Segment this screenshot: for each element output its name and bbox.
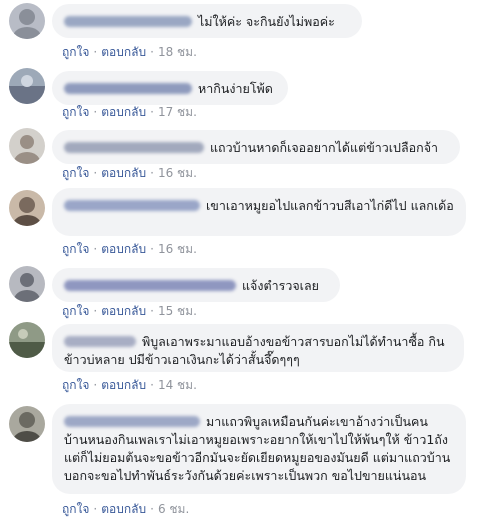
comment-text: ไม่ให้ค่ะ จะกินยังไม่พอค่ะ [198,14,335,29]
separator: · [93,242,98,256]
separator: · [93,502,98,516]
separator: · [93,166,98,180]
comment-text: แถวบ้านหาดก็เจออยากได้แต่ข้าวเปลือกจ้า [210,140,439,155]
comment-actions: ถูกใจ · ตอบกลับ · 17 ชม. [62,103,197,122]
comment-actions: ถูกใจ · ตอบกลับ · 14 ชม. [62,376,197,395]
author-name[interactable] [64,83,192,94]
author-name[interactable] [64,280,236,291]
avatar[interactable] [9,128,45,164]
like-link[interactable]: ถูกใจ [62,502,89,516]
timestamp[interactable]: 6 ชม. [158,502,189,516]
comment-text: หากินง่ายโพ้ด [198,81,273,96]
like-link[interactable]: ถูกใจ [62,378,89,392]
timestamp[interactable]: 16 ชม. [158,242,197,256]
author-name[interactable] [64,142,204,153]
like-link[interactable]: ถูกใจ [62,166,89,180]
reply-link[interactable]: ตอบกลับ [101,242,146,256]
avatar[interactable] [9,3,45,39]
reply-link[interactable]: ตอบกลับ [101,304,146,318]
avatar[interactable] [9,322,45,358]
comment-actions: ถูกใจ · ตอบกลับ · 18 ชม. [62,43,197,62]
author-name[interactable] [64,200,200,211]
separator: · [150,45,154,59]
comment-text: เขาเอาหมูยอไปแลกข้าวบสีเอาไก่ดีไป แลกเด้… [206,198,454,213]
like-link[interactable]: ถูกใจ [62,105,89,119]
like-link[interactable]: ถูกใจ [62,304,89,318]
separator: · [93,304,98,318]
reply-link[interactable]: ตอบกลับ [101,378,146,392]
separator: · [150,166,154,180]
separator: · [150,105,154,119]
comment-actions: ถูกใจ · ตอบกลับ · 6 ชม. [62,500,189,519]
author-name[interactable] [64,16,192,27]
author-name[interactable] [64,416,200,427]
comment-bubble: เขาเอาหมูยอไปแลกข้าวบสีเอาไก่ดีไป แลกเด้… [52,188,466,236]
avatar-image [9,190,45,226]
avatar-image [9,266,45,302]
author-name[interactable] [64,336,136,347]
avatar-image [9,128,45,164]
comment-bubble: พิบูลเอาพระมาแอบอ้างขอข้าวสารบอกไม่ได้ทำ… [52,324,464,372]
reply-link[interactable]: ตอบกลับ [101,502,146,516]
reply-link[interactable]: ตอบกลับ [101,45,146,59]
like-link[interactable]: ถูกใจ [62,45,89,59]
separator: · [150,242,154,256]
separator: · [150,378,154,392]
separator: · [150,502,154,516]
avatar-image [9,322,45,358]
avatar-image [9,3,45,39]
reply-link[interactable]: ตอบกลับ [101,166,146,180]
comment-bubble: ไม่ให้ค่ะ จะกินยังไม่พอค่ะ [52,4,362,38]
avatar[interactable] [9,190,45,226]
separator: · [93,105,98,119]
avatar[interactable] [9,406,45,442]
timestamp[interactable]: 14 ชม. [158,378,197,392]
comment-actions: ถูกใจ · ตอบกลับ · 15 ชม. [62,302,197,321]
comment-actions: ถูกใจ · ตอบกลับ · 16 ชม. [62,164,197,183]
reply-link[interactable]: ตอบกลับ [101,105,146,119]
separator: · [150,304,154,318]
comment-bubble: หากินง่ายโพ้ด [52,71,288,105]
avatar[interactable] [9,68,45,104]
separator: · [93,45,98,59]
timestamp[interactable]: 18 ชม. [158,45,197,59]
comment-bubble: แจ้งตำรวจเลย [52,268,340,302]
avatar[interactable] [9,266,45,302]
like-link[interactable]: ถูกใจ [62,242,89,256]
comment-bubble: มาแถวพิบูลเหมือนกันค่ะเขาอ้างว่าเป็นคน บ… [52,404,466,494]
avatar-image [9,68,45,104]
comment-bubble: แถวบ้านหาดก็เจออยากได้แต่ข้าวเปลือกจ้า [52,130,460,164]
timestamp[interactable]: 15 ชม. [158,304,197,318]
comment-text: แจ้งตำรวจเลย [242,278,319,293]
timestamp[interactable]: 17 ชม. [158,105,197,119]
timestamp[interactable]: 16 ชม. [158,166,197,180]
comment-actions: ถูกใจ · ตอบกลับ · 16 ชม. [62,240,197,259]
avatar-image [9,406,45,442]
separator: · [93,378,98,392]
